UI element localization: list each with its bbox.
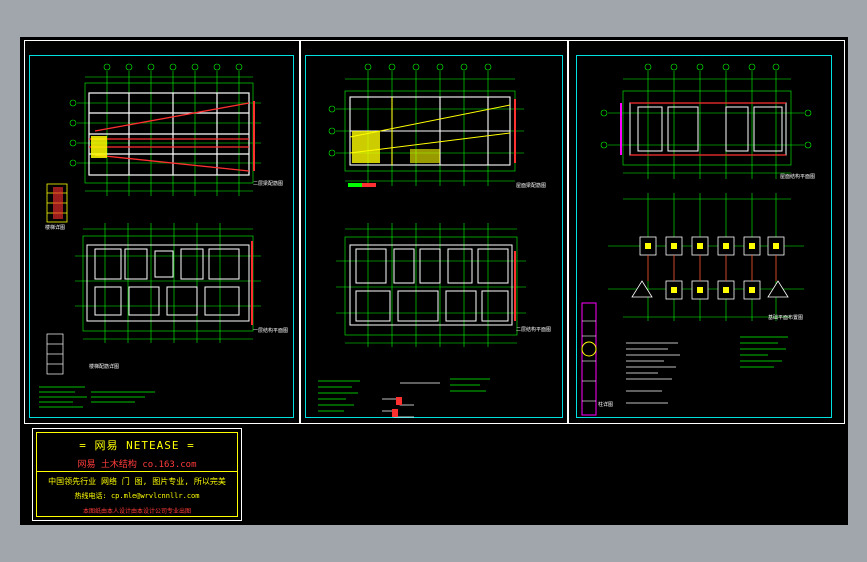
netease-stamp: = 网易 NETEASE = 网易 土木结构 co.163.com 中国领先行业… <box>32 428 242 521</box>
sheet-3-drawings <box>581 63 812 416</box>
drawing-sheet-3[interactable]: 屋面结构平面图 基础平面布置图 柱详图 <box>567 40 845 424</box>
stamp-divider <box>37 471 237 472</box>
detail-label: 楼梯配筋详图 <box>89 364 120 370</box>
detail-label: 楼梯详图 <box>45 225 66 231</box>
drawing-sheet-1[interactable]: 二层梁配筋图 一层结构平面图 楼梯详图 楼梯配筋详图 <box>24 40 301 424</box>
plan-label: 基础平面布置图 <box>768 315 804 321</box>
detail-label: 柱详图 <box>598 402 614 408</box>
sheet-2-drawings <box>318 63 526 418</box>
plan-label: 屋面结构平面图 <box>780 174 816 180</box>
stamp-subtitle: 网易 土木结构 co.163.com <box>77 460 197 470</box>
stamp-footer: 本图纸由本人设计由本设计公司专业出图 <box>82 508 191 515</box>
plan-label: 二层结构平面图 <box>516 327 552 333</box>
plan-label: 屋面梁配筋图 <box>516 183 547 189</box>
plan-label: 二层梁配筋图 <box>253 181 284 187</box>
stamp-title: = 网易 NETEASE = <box>79 439 195 452</box>
sheet-1-drawings <box>39 63 261 408</box>
cad-drawing-canvas[interactable]: 二层梁配筋图 一层结构平面图 楼梯详图 楼梯配筋详图 屋面梁配筋图 二层结构平面… <box>20 37 848 525</box>
stamp-contact: 热线电话: cp.mle@wrvlcnnllr.com <box>74 492 200 500</box>
stamp-slogan: 中国领先行业 网络 门 图, 图片专业, 所以完美 <box>48 477 226 486</box>
drawing-sheet-2[interactable]: 屋面梁配筋图 二层结构平面图 <box>299 40 569 424</box>
plan-label: 一层结构平面图 <box>253 328 289 334</box>
